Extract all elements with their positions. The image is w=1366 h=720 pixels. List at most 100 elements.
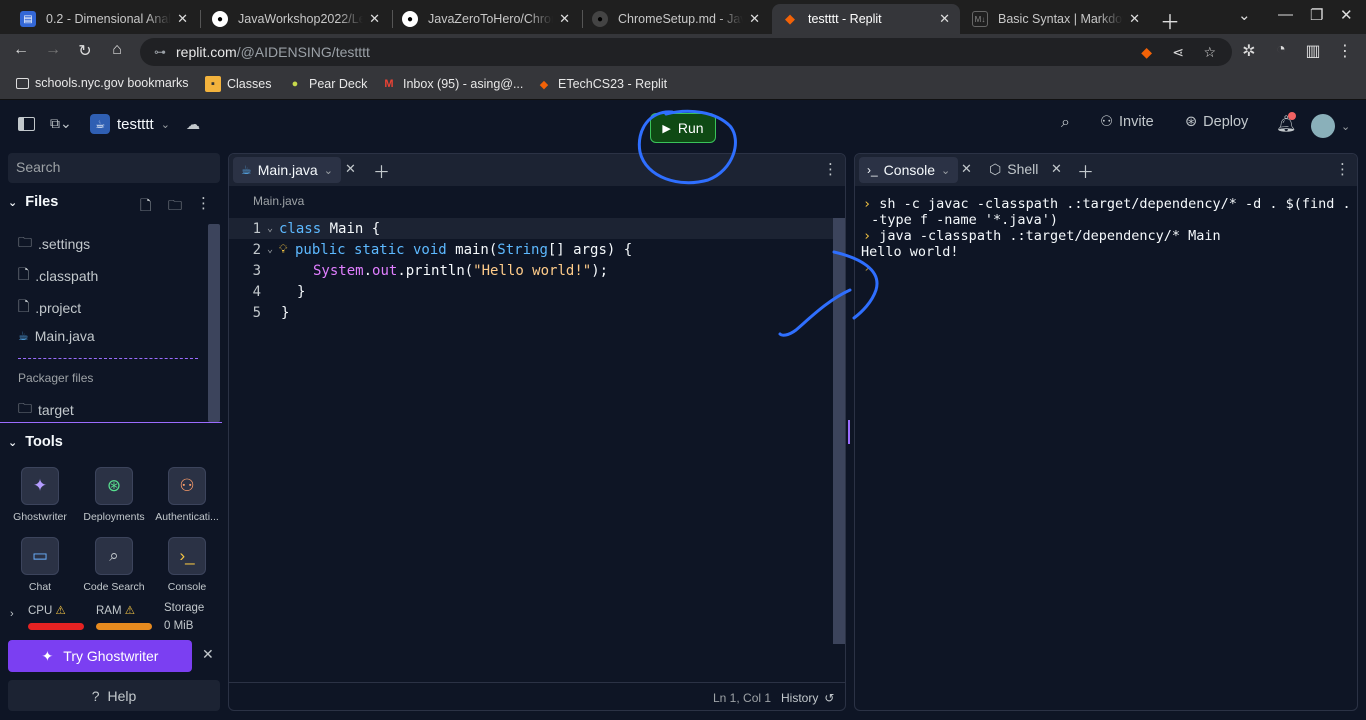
- side-panel-icon[interactable]: ▥: [1302, 41, 1324, 61]
- tab-label: Main.java: [257, 162, 318, 178]
- menu-icon[interactable]: ⋮: [1334, 41, 1356, 61]
- lightbulb-icon[interactable]: 💡︎: [279, 242, 295, 257]
- deploy-button[interactable]: ⊛ Deploy: [1185, 114, 1248, 130]
- tab-shell[interactable]: ⬡ Shell: [989, 161, 1038, 178]
- close-icon[interactable]: ✕: [1051, 161, 1062, 177]
- editor-scrollbar[interactable]: [833, 218, 845, 644]
- restore-icon[interactable]: ❐: [1310, 6, 1323, 24]
- file-item-settings[interactable]: 🗀︎ .settings: [18, 232, 90, 256]
- pane-resize-handle[interactable]: [848, 420, 850, 444]
- browser-tab-active[interactable]: ◆ testttt - Replit ✕: [772, 4, 960, 34]
- bookmark-folder[interactable]: schools.nyc.gov bookmarks: [16, 76, 189, 90]
- console-icon: ›_: [867, 163, 878, 177]
- repl-name-button[interactable]: ☕ testttt ⌄: [90, 114, 170, 134]
- close-icon[interactable]: ✕: [1129, 11, 1140, 27]
- close-window-icon[interactable]: ✕: [1340, 6, 1353, 24]
- tool-ghostwriter[interactable]: ✦ Ghostwriter: [8, 467, 72, 523]
- help-button[interactable]: ? Help: [8, 680, 220, 711]
- close-icon[interactable]: ✕: [202, 646, 214, 663]
- code-line[interactable]: 2 ⌄ 💡︎ public static void main(String[] arg…: [229, 239, 633, 260]
- shell-icon: ⬡: [989, 161, 1002, 177]
- back-icon[interactable]: ←: [10, 41, 32, 59]
- home-icon[interactable]: ⌂: [106, 41, 128, 59]
- breadcrumb[interactable]: Main.java: [253, 194, 304, 208]
- history-button[interactable]: History ↺: [781, 691, 834, 705]
- close-icon[interactable]: ✕: [345, 161, 356, 177]
- file-item-classpath[interactable]: 🗋︎ .classpath: [18, 264, 98, 288]
- close-icon[interactable]: ✕: [177, 11, 188, 27]
- code-line[interactable]: 5}: [229, 302, 290, 323]
- tool-code-search[interactable]: ⌕ Code Search: [82, 537, 146, 593]
- resize-divider[interactable]: [0, 422, 222, 423]
- search-icon[interactable]: ⌕: [1061, 114, 1070, 132]
- files-menu-icon[interactable]: ⋮: [196, 194, 211, 212]
- browser-tab[interactable]: ● JavaWorkshop2022/Le ✕: [202, 4, 390, 34]
- tool-console[interactable]: ›_ Console: [155, 537, 219, 593]
- file-item-project[interactable]: 🗋︎ .project: [18, 296, 81, 320]
- code-line[interactable]: 3 System. out .println("Hello world!");: [229, 260, 608, 281]
- close-icon[interactable]: ✕: [749, 11, 760, 27]
- java-icon: ☕: [241, 163, 252, 177]
- bookmark-link[interactable]: ● Pear Deck: [287, 76, 368, 92]
- cloud-icon[interactable]: ☁: [186, 116, 200, 133]
- performance-icon[interactable]: ◔: [1270, 41, 1292, 59]
- file-item-main-java[interactable]: ☕ Main.java: [18, 328, 95, 344]
- notifications-bell-icon[interactable]: 🔔︎: [1276, 112, 1296, 134]
- tab-console[interactable]: ›_ Console ⌄: [859, 157, 959, 183]
- run-button[interactable]: ▶ Run: [650, 113, 716, 143]
- browser-tab[interactable]: ● JavaZeroToHero/Chron ✕: [392, 4, 580, 34]
- pane-menu-icon[interactable]: ⋮: [823, 160, 838, 178]
- browser-tab-title: ChromeSetup.md - Java: [618, 12, 744, 26]
- extensions-icon[interactable]: ✲: [1238, 41, 1260, 61]
- tool-deployments[interactable]: ⊛ Deployments: [82, 467, 146, 523]
- close-icon[interactable]: ✕: [559, 11, 570, 27]
- add-tab-icon[interactable]: ＋: [1077, 158, 1094, 183]
- browser-tab[interactable]: ● ChromeSetup.md - Java ✕: [582, 4, 770, 34]
- console-prompt[interactable]: ›: [863, 260, 871, 276]
- files-section-header[interactable]: ⌄ Files: [8, 194, 58, 210]
- add-tab-icon[interactable]: ＋: [373, 158, 390, 183]
- code-line[interactable]: 1 ⌄ class Main {: [229, 218, 381, 239]
- invite-button[interactable]: ⚇ Invite: [1100, 114, 1154, 130]
- folder-icon: 🗀︎: [18, 400, 32, 416]
- bookmark-link[interactable]: ◆ ETechCS23 - Replit: [536, 76, 667, 92]
- browser-tab[interactable]: ▤ 0.2 - Dimensional Analy ✕: [10, 4, 198, 34]
- minimize-icon[interactable]: —: [1278, 6, 1293, 23]
- files-scrollbar[interactable]: [208, 224, 220, 422]
- new-folder-icon[interactable]: 🗀︎: [168, 195, 182, 219]
- site-info-icon[interactable]: ⊶: [154, 45, 166, 59]
- deploy-icon: ⊛: [1185, 114, 1198, 130]
- share-icon[interactable]: ⋖: [1172, 44, 1184, 61]
- chevron-right-icon[interactable]: ›: [10, 608, 14, 620]
- browser-tab[interactable]: M↓ Basic Syntax | Markdow ✕: [962, 4, 1150, 34]
- tool-authentication[interactable]: ⚇ Authenticati...: [155, 467, 219, 523]
- new-file-icon[interactable]: 🗋︎: [140, 195, 151, 219]
- search-input[interactable]: Search: [8, 153, 220, 183]
- code-line[interactable]: 4}: [229, 281, 306, 302]
- file-item-target[interactable]: 🗀︎ target: [18, 398, 74, 422]
- close-icon[interactable]: ✕: [961, 161, 972, 177]
- tab-main-java[interactable]: ☕ Main.java ⌄: [233, 157, 341, 183]
- reload-icon[interactable]: ↻: [74, 41, 96, 61]
- replit-extension-icon[interactable]: ◆: [1141, 44, 1152, 61]
- tools-section-header[interactable]: ⌄ Tools: [8, 434, 63, 450]
- avatar-button[interactable]: ⌄: [1311, 114, 1350, 138]
- replit-menu-icon[interactable]: ⧉⌄: [50, 115, 72, 132]
- cursor-position[interactable]: Ln 1, Col 1: [713, 691, 771, 705]
- chevron-down-icon: ⌄: [8, 196, 18, 209]
- search-icon: ⌕: [95, 537, 133, 575]
- bookmark-link[interactable]: M Inbox (95) - asing@...: [381, 76, 523, 92]
- try-ghostwriter-button[interactable]: ✦ Try Ghostwriter: [8, 640, 192, 672]
- close-icon[interactable]: ✕: [369, 11, 380, 27]
- new-tab-icon[interactable]: ＋: [1160, 6, 1180, 35]
- file-icon: 🗋︎: [18, 298, 30, 314]
- forward-icon[interactable]: →: [42, 41, 64, 59]
- pane-menu-icon[interactable]: ⋮: [1335, 160, 1350, 178]
- close-icon[interactable]: ✕: [939, 11, 950, 27]
- bookmark-star-icon[interactable]: ☆: [1203, 44, 1216, 61]
- sidebar-toggle-icon[interactable]: [18, 117, 35, 131]
- tool-chat[interactable]: ▭ Chat: [8, 537, 72, 593]
- address-bar[interactable]: ⊶ replit.com/@AIDENSING/testttt ◆ ⋖ ☆: [140, 38, 1232, 66]
- tab-search-icon[interactable]: ⌄: [1238, 6, 1251, 24]
- bookmark-folder[interactable]: ▪ Classes: [205, 76, 271, 92]
